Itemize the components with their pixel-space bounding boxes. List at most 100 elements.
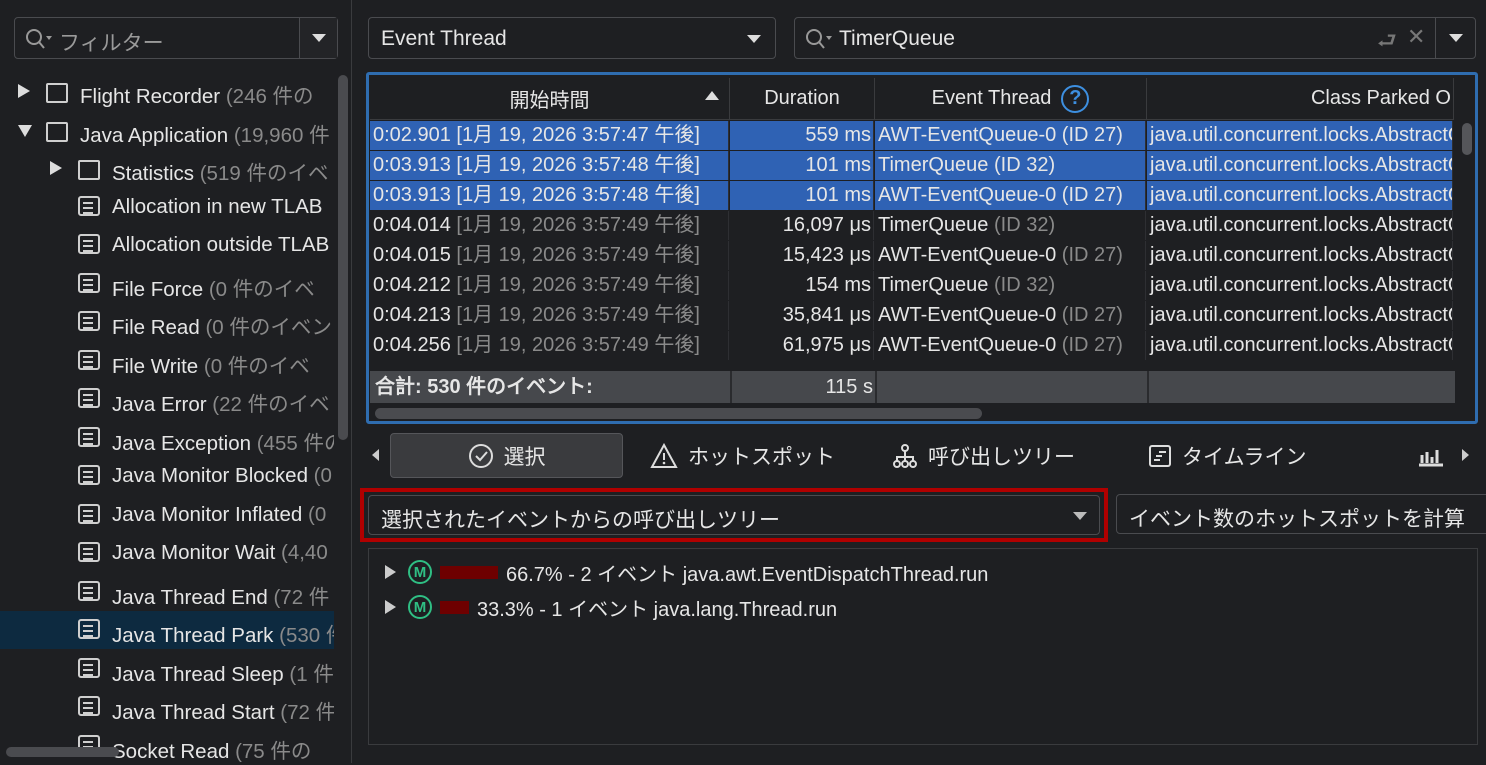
table-cell[interactable]: java.util.concurrent.locks.AbstractQueue…: [1147, 151, 1453, 180]
regex-wrap-icon[interactable]: ⮐: [1377, 24, 1397, 62]
tree-item[interactable]: Statistics (519 件のイベ: [0, 149, 334, 187]
table-cell[interactable]: TimerQueue (ID 32): [875, 151, 1146, 180]
tree-item[interactable]: Java Application (19,960 件: [0, 111, 334, 149]
sort-ascending-icon: [705, 91, 719, 100]
table-cell[interactable]: java.util.concurrent.locks.AbstractQueue…: [1147, 271, 1453, 300]
call-tree-mode-combo[interactable]: 選択されたイベントからの呼び出しツリー: [368, 495, 1100, 535]
table-cell[interactable]: java.util.concurrent.locks.AbstractQueue…: [1147, 241, 1453, 270]
tree-item[interactable]: File Force (0 件のイベ: [0, 265, 334, 303]
table-cell[interactable]: AWT-EventQueue-0 (ID 27): [875, 331, 1146, 360]
table-cell[interactable]: AWT-EventQueue-0 (ID 27): [875, 181, 1146, 210]
column-header[interactable]: Duration: [730, 78, 875, 120]
expand-arrow-icon[interactable]: [385, 600, 396, 614]
table-cell[interactable]: 559 ms: [730, 121, 874, 150]
tree-item[interactable]: Java Thread Sleep (1 件: [0, 650, 334, 688]
expand-arrow-icon[interactable]: [385, 565, 396, 579]
tree-item-label: Java Application (19,960 件: [80, 118, 330, 148]
tabs-scroll-right-icon[interactable]: [1462, 449, 1469, 461]
collapsed-arrow-icon[interactable]: [18, 84, 30, 98]
table-vertical-scrollbar[interactable]: [1462, 123, 1472, 155]
sidebar-vertical-scrollbar[interactable]: [338, 75, 348, 440]
filter-dropdown-button[interactable]: [299, 18, 337, 58]
search-field[interactable]: TimerQueue ⮐ ✕: [794, 17, 1476, 59]
expanded-arrow-icon[interactable]: [18, 124, 32, 137]
table-cell[interactable]: AWT-EventQueue-0 (ID 27): [875, 241, 1146, 270]
compute-hotspot-button[interactable]: イベント数のホットスポットを計算: [1116, 494, 1486, 534]
event-type-icon: [78, 465, 100, 485]
column-header[interactable]: 開始時間: [370, 78, 730, 120]
table-cell[interactable]: java.util.concurrent.locks.AbstractQueue…: [1147, 121, 1453, 150]
search-history-button[interactable]: [1435, 18, 1475, 58]
table-cell[interactable]: 15,423 μs: [730, 241, 874, 270]
cell-value: 16,097 μs: [782, 214, 871, 236]
tree-item[interactable]: Java Monitor Inflated (0: [0, 496, 334, 534]
tree-item[interactable]: Java Exception (455 件の: [0, 419, 334, 457]
tree-item[interactable]: Java Monitor Blocked (0: [0, 457, 334, 495]
table-cell[interactable]: java.util.concurrent.locks.AbstractQueue…: [1147, 181, 1453, 210]
tab-call-tree[interactable]: 呼び出しツリー: [892, 433, 1075, 478]
tree-item[interactable]: Java Thread End (72 件: [0, 573, 334, 611]
table-cell[interactable]: 0:04.256 [1月 19, 2026 3:57:49 午後]: [370, 331, 729, 360]
table-cell[interactable]: 0:03.913 [1月 19, 2026 3:57:48 午後]: [370, 151, 729, 180]
tree-item-count: (75 件の: [229, 739, 312, 763]
help-icon[interactable]: ?: [1061, 84, 1090, 113]
table-cell[interactable]: 0:04.213 [1月 19, 2026 3:57:49 午後]: [370, 301, 729, 330]
search-icon: [806, 29, 832, 49]
table-cell[interactable]: 0:02.901 [1月 19, 2026 3:57:47 午後]: [370, 121, 729, 150]
call-tree-node-label: 66.7% - 2 イベント java.awt.EventDispatchThr…: [506, 563, 989, 586]
tree-item[interactable]: Java Thread Start (72 件: [0, 688, 334, 726]
tree-item-label: Java Monitor Blocked (0: [112, 464, 332, 488]
tree-item-label: Java Thread Park (530 件: [112, 618, 334, 648]
table-cell[interactable]: AWT-EventQueue-0 (ID 27): [875, 121, 1146, 150]
cell-value: AWT-EventQueue-0: [878, 184, 1057, 206]
tree-item[interactable]: Java Error (22 件のイベ: [0, 380, 334, 418]
table-cell[interactable]: 0:04.014 [1月 19, 2026 3:57:49 午後]: [370, 211, 729, 240]
call-tree-node[interactable]: M 33.3% - 1 イベント java.lang.Thread.run: [385, 590, 837, 624]
tree-item-count: (246 件の: [220, 85, 314, 108]
table-cell[interactable]: AWT-EventQueue-0 (ID 27): [875, 301, 1146, 330]
tab-selection[interactable]: 選択: [390, 433, 623, 478]
table-cell[interactable]: 101 ms: [730, 181, 874, 210]
tab-timeline[interactable]: タイムライン: [1148, 433, 1307, 478]
tree-item[interactable]: Java Monitor Wait (4,40: [0, 534, 334, 572]
tree-item-count: (0 件のイベ: [198, 354, 310, 378]
tab-hotspot[interactable]: ホットスポット: [650, 433, 835, 478]
table-cell[interactable]: java.util.concurrent.locks.AbstractQueue…: [1147, 301, 1453, 330]
filter-input[interactable]: フィルター: [14, 17, 338, 59]
tree-item[interactable]: Flight Recorder (246 件の: [0, 72, 334, 110]
compute-hotspot-label: イベント数のホットスポットを計算: [1129, 508, 1465, 531]
column-header[interactable]: Class Parked O: [1147, 78, 1454, 120]
total-duration: 115 s: [825, 376, 873, 398]
histogram-icon[interactable]: [1416, 443, 1444, 469]
table-cell[interactable]: 35,841 μs: [730, 301, 874, 330]
folder-icon: [78, 160, 100, 180]
tree-item[interactable]: Allocation in new TLAB: [0, 188, 334, 226]
table-cell[interactable]: 61,975 μs: [730, 331, 874, 360]
events-table[interactable]: 開始時間 Duration Event Thread? Class Parked O 0…: [366, 72, 1478, 424]
tree-item[interactable]: Allocation outside TLAB: [0, 226, 334, 264]
column-header-label: Class Parked O: [1310, 87, 1451, 109]
thread-combo[interactable]: Event Thread: [368, 17, 776, 59]
table-cell[interactable]: java.util.concurrent.locks.AbstractQueue…: [1147, 211, 1453, 240]
table-cell[interactable]: 0:04.015 [1月 19, 2026 3:57:49 午後]: [370, 241, 729, 270]
table-cell[interactable]: 154 ms: [730, 271, 874, 300]
tabs-scroll-left-icon[interactable]: [372, 449, 379, 461]
table-cell[interactable]: 101 ms: [730, 151, 874, 180]
clear-icon[interactable]: ✕: [1407, 24, 1425, 50]
call-tree-node[interactable]: M 66.7% - 2 イベント java.awt.EventDispatchTh…: [385, 555, 988, 589]
table-cell[interactable]: 0:03.913 [1月 19, 2026 3:57:48 午後]: [370, 181, 729, 210]
tree-item[interactable]: File Write (0 件のイベ: [0, 342, 334, 380]
table-horizontal-scrollbar[interactable]: [375, 408, 982, 419]
tree-item[interactable]: Java Thread Park (530 件: [0, 611, 334, 649]
column-header[interactable]: Event Thread?: [875, 78, 1147, 120]
cell-detail: [1月 19, 2026 3:57:47 午後]: [450, 124, 700, 146]
tree-item[interactable]: Socket Read (75 件の: [0, 727, 334, 765]
table-cell[interactable]: java.util.concurrent.locks.AbstractQueue…: [1147, 331, 1453, 360]
table-cell[interactable]: TimerQueue (ID 32): [875, 211, 1146, 240]
table-cell[interactable]: TimerQueue (ID 32): [875, 271, 1146, 300]
tree-item[interactable]: File Read (0 件のイベン: [0, 303, 334, 341]
collapsed-arrow-icon[interactable]: [50, 161, 62, 175]
sidebar-horizontal-scrollbar[interactable]: [6, 747, 119, 757]
table-cell[interactable]: 16,097 μs: [730, 211, 874, 240]
table-cell[interactable]: 0:04.212 [1月 19, 2026 3:57:49 午後]: [370, 271, 729, 300]
